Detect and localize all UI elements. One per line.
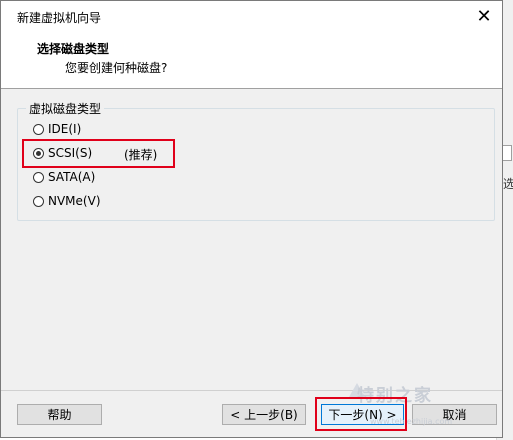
page-title: 选择磁盘类型 xyxy=(37,42,110,56)
radio-nvme[interactable]: NVMe(V) xyxy=(33,192,101,210)
radio-sata[interactable]: SATA(A) xyxy=(33,168,95,186)
title-bar: 新建虚拟机向导 ✕ xyxy=(1,1,502,32)
radio-sata-label: SATA(A) xyxy=(48,170,96,184)
scsi-highlight-box xyxy=(22,139,175,168)
background-window-text: 选 xyxy=(503,177,513,191)
help-button[interactable]: 帮助 xyxy=(17,404,102,425)
disk-type-legend: 虚拟磁盘类型 xyxy=(26,100,105,117)
screen: 选 新建虚拟机向导 ✕ 选择磁盘类型 您要创建何种磁盘? 虚拟磁盘类型 IDE(… xyxy=(0,0,513,440)
back-button[interactable]: < 上一步(B) xyxy=(222,404,306,425)
close-button[interactable]: ✕ xyxy=(466,1,502,32)
radio-ide-label: IDE(I) xyxy=(48,122,82,136)
new-vm-wizard-dialog: 新建虚拟机向导 ✕ 选择磁盘类型 您要创建何种磁盘? 虚拟磁盘类型 IDE(I)… xyxy=(0,0,503,438)
close-icon: ✕ xyxy=(476,6,492,27)
radio-nvme-indicator xyxy=(33,195,44,207)
window-title: 新建虚拟机向导 xyxy=(17,11,102,25)
page-subtitle: 您要创建何种磁盘? xyxy=(65,61,168,75)
radio-ide-indicator xyxy=(33,123,44,135)
radio-ide[interactable]: IDE(I) xyxy=(33,120,81,138)
radio-nvme-label: NVMe(V) xyxy=(48,194,101,208)
radio-sata-indicator xyxy=(33,171,44,183)
next-highlight-box xyxy=(315,397,407,431)
wizard-header: 选择磁盘类型 您要创建何种磁盘? xyxy=(1,32,502,89)
